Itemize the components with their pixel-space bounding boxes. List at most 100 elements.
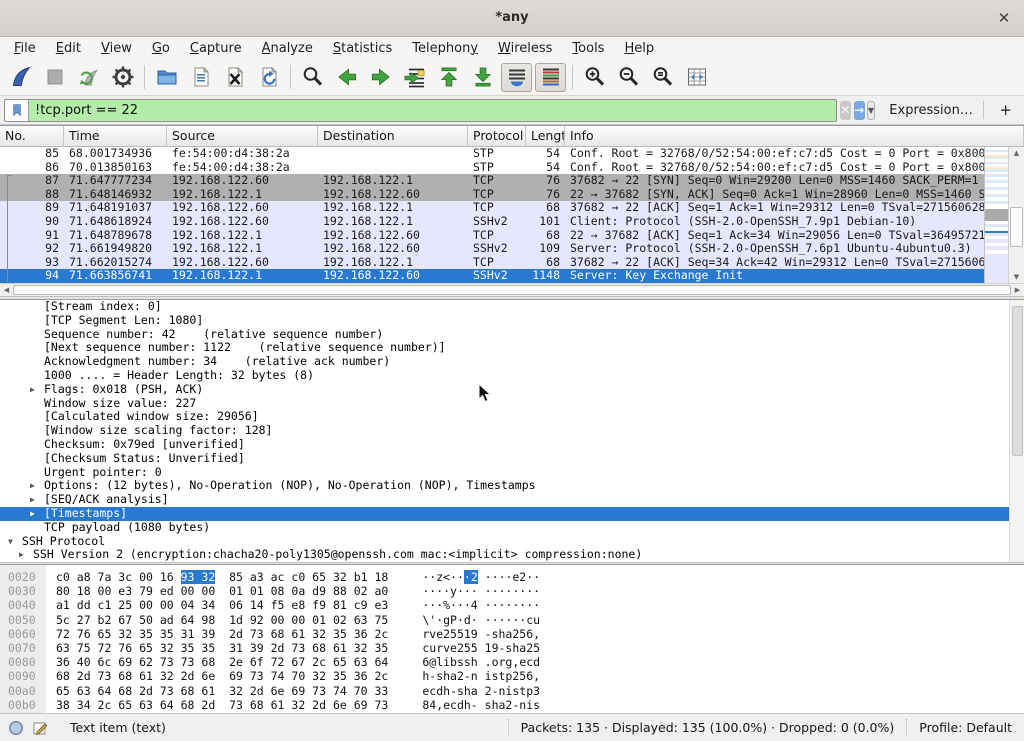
hex-row-0050[interactable]: 00505c 27 b2 67 50 ad 64 98 1d 92 00 00 … bbox=[0, 613, 1024, 627]
close-icon[interactable]: ✕ bbox=[994, 9, 1014, 29]
expander-closed-icon[interactable]: ▶ bbox=[19, 548, 24, 562]
column-header-no[interactable]: No. bbox=[0, 126, 64, 146]
detail-line[interactable]: 1000 .... = Header Length: 32 bytes (8) bbox=[0, 369, 1024, 383]
stop-capture-button[interactable] bbox=[39, 63, 70, 92]
expander-closed-icon[interactable]: ▶ bbox=[30, 479, 35, 493]
hex-row-0030[interactable]: 003080 18 00 e3 79 ed 00 00 01 01 08 0a … bbox=[0, 584, 1024, 598]
menu-file[interactable]: File bbox=[4, 39, 46, 58]
packet-row-92[interactable]: 9271.661949820192.168.122.1192.168.122.6… bbox=[0, 242, 1024, 256]
menu-go[interactable]: Go bbox=[142, 39, 180, 58]
detail-line[interactable]: [TCP Segment Len: 1080] bbox=[0, 314, 1024, 328]
hex-row-0040[interactable]: 0040a1 dd c1 25 00 00 04 34 06 14 f5 e8 … bbox=[0, 598, 1024, 612]
go-first-packet-button[interactable] bbox=[433, 63, 464, 92]
detail-line[interactable]: [Next sequence number: 1122 (relative se… bbox=[0, 341, 1024, 355]
menu-view[interactable]: View bbox=[91, 39, 142, 58]
detail-line[interactable]: Acknowledgment number: 34 (relative ack … bbox=[0, 355, 1024, 369]
capture-options-button[interactable] bbox=[107, 63, 138, 92]
detail-line[interactable]: TCP payload (1080 bytes) bbox=[0, 521, 1024, 535]
packet-list-header[interactable]: No.TimeSourceDestinationProtocolLengthIn… bbox=[0, 126, 1024, 147]
reload-capture-button[interactable] bbox=[253, 63, 284, 92]
packet-row-85[interactable]: 8568.001734936fe:54:00:d4:38:2aSTP54Conf… bbox=[0, 147, 1024, 161]
resize-columns-button[interactable] bbox=[681, 63, 712, 92]
profile-label[interactable]: Profile: Default bbox=[906, 719, 1024, 735]
auto-scroll-toggle[interactable] bbox=[501, 63, 532, 92]
close-capture-button[interactable] bbox=[219, 63, 250, 92]
detail-line[interactable]: ▶[SEQ/ACK analysis] bbox=[0, 493, 1024, 507]
find-packet-button[interactable] bbox=[297, 63, 328, 92]
menu-wireless[interactable]: Wireless bbox=[488, 39, 562, 58]
colorize-toggle[interactable] bbox=[535, 63, 566, 92]
column-header-length[interactable]: Length bbox=[526, 126, 565, 146]
zoom-in-button[interactable] bbox=[579, 63, 610, 92]
detail-line[interactable]: ▼SSH Protocol bbox=[0, 535, 1024, 549]
scroll-right-icon[interactable]: ▶ bbox=[1011, 284, 1024, 296]
menu-edit[interactable]: Edit bbox=[46, 39, 91, 58]
scroll-down-icon[interactable]: ▼ bbox=[1009, 271, 1024, 283]
column-header-time[interactable]: Time bbox=[64, 126, 167, 146]
detail-line[interactable]: Checksum: 0x79ed [unverified] bbox=[0, 438, 1024, 452]
detail-line[interactable]: ▶[Timestamps] bbox=[0, 507, 1024, 521]
hex-row-0090[interactable]: 009068 2d 73 68 61 32 2d 6e 69 73 74 70 … bbox=[0, 669, 1024, 683]
detail-line[interactable]: ▶Options: (12 bytes), No-Operation (NOP)… bbox=[0, 479, 1024, 493]
expander-closed-icon[interactable]: ▶ bbox=[30, 493, 35, 507]
detail-line[interactable]: [Window size scaling factor: 128] bbox=[0, 424, 1024, 438]
detail-line[interactable]: Urgent pointer: 0 bbox=[0, 466, 1024, 480]
packet-row-89[interactable]: 8971.648191037192.168.122.60192.168.122.… bbox=[0, 201, 1024, 215]
hex-row-00b0[interactable]: 00b038 34 2c 65 63 64 68 2d 73 68 61 32 … bbox=[0, 698, 1024, 712]
menu-tools[interactable]: Tools bbox=[562, 39, 614, 58]
zoom-reset-button[interactable] bbox=[647, 63, 678, 92]
intelligent-scrollbar-minimap[interactable] bbox=[984, 147, 1008, 283]
expert-info-icon[interactable] bbox=[8, 720, 24, 736]
hex-row-0060[interactable]: 006072 76 65 32 35 35 31 39 2d 73 68 61 … bbox=[0, 627, 1024, 641]
go-last-packet-button[interactable] bbox=[467, 63, 498, 92]
filter-history-dropdown[interactable]: ▼ bbox=[867, 101, 876, 120]
filter-clear-button[interactable]: ✕ bbox=[840, 101, 851, 120]
menu-help[interactable]: Help bbox=[614, 39, 664, 58]
expander-closed-icon[interactable]: ▶ bbox=[30, 383, 35, 397]
go-to-packet-button[interactable] bbox=[399, 63, 430, 92]
save-capture-button[interactable] bbox=[185, 63, 216, 92]
details-vscrollbar[interactable] bbox=[1009, 300, 1024, 562]
menu-capture[interactable]: Capture bbox=[180, 39, 252, 58]
packet-row-94[interactable]: 9471.663856741192.168.122.1192.168.122.6… bbox=[0, 269, 1024, 283]
go-back-button[interactable] bbox=[331, 63, 362, 92]
go-forward-button[interactable] bbox=[365, 63, 396, 92]
expression-button[interactable]: Expression… bbox=[889, 103, 973, 118]
hex-row-00a0[interactable]: 00a065 63 64 68 2d 73 68 61 32 2d 6e 69 … bbox=[0, 684, 1024, 698]
hex-row-0020[interactable]: 0020c0 a8 7a 3c 00 16 93 32 85 a3 ac c0 … bbox=[0, 570, 1024, 584]
packet-row-88[interactable]: 8871.648146932192.168.122.1192.168.122.6… bbox=[0, 188, 1024, 202]
column-header-protocol[interactable]: Protocol bbox=[468, 126, 526, 146]
scroll-left-icon[interactable]: ◀ bbox=[0, 284, 13, 296]
vscroll-thumb[interactable] bbox=[1010, 207, 1023, 247]
filter-add-button[interactable]: + bbox=[993, 101, 1018, 119]
packet-list-vscrollbar[interactable]: ▲ ▼ bbox=[1008, 147, 1024, 283]
detail-line[interactable]: [Calculated window size: 29056] bbox=[0, 410, 1024, 424]
packet-row-86[interactable]: 8670.013850163fe:54:00:d4:38:2aSTP54Conf… bbox=[0, 161, 1024, 175]
packet-row-93[interactable]: 9371.662015274192.168.122.60192.168.122.… bbox=[0, 256, 1024, 270]
column-header-info[interactable]: Info bbox=[565, 126, 1024, 146]
packet-row-91[interactable]: 9171.648789678192.168.122.1192.168.122.6… bbox=[0, 229, 1024, 243]
start-capture-button[interactable] bbox=[5, 63, 36, 92]
hscroll-thumb[interactable] bbox=[13, 285, 1011, 295]
detail-line[interactable]: Sequence number: 42 (relative sequence n… bbox=[0, 328, 1024, 342]
display-filter-input[interactable]: !tcp.port == 22 bbox=[4, 99, 837, 122]
expander-closed-icon[interactable]: ▶ bbox=[30, 507, 35, 521]
packet-row-90[interactable]: 9071.648618924192.168.122.60192.168.122.… bbox=[0, 215, 1024, 229]
restart-capture-button[interactable] bbox=[73, 63, 104, 92]
detail-line[interactable]: Window size value: 227 bbox=[0, 397, 1024, 411]
scroll-up-icon[interactable]: ▲ bbox=[1009, 147, 1024, 159]
detail-line[interactable]: ▶SSH Version 2 (encryption:chacha20-poly… bbox=[0, 548, 1024, 562]
filter-bookmark-button[interactable] bbox=[5, 100, 29, 121]
menu-statistics[interactable]: Statistics bbox=[323, 39, 402, 58]
detail-line[interactable]: [Stream index: 0] bbox=[0, 300, 1024, 314]
packet-row-87[interactable]: 8771.647777234192.168.122.60192.168.122.… bbox=[0, 174, 1024, 188]
details-vscroll-thumb[interactable] bbox=[1012, 306, 1023, 456]
expander-open-icon[interactable]: ▼ bbox=[8, 535, 13, 549]
column-header-source[interactable]: Source bbox=[167, 126, 318, 146]
filter-apply-button[interactable]: → bbox=[854, 101, 865, 120]
menu-telephony[interactable]: Telephony bbox=[402, 39, 488, 58]
open-capture-button[interactable] bbox=[151, 63, 182, 92]
packet-list-hscrollbar[interactable]: ◀ ▶ bbox=[0, 283, 1024, 296]
capture-comment-icon[interactable] bbox=[32, 720, 48, 736]
menu-analyze[interactable]: Analyze bbox=[252, 39, 323, 58]
